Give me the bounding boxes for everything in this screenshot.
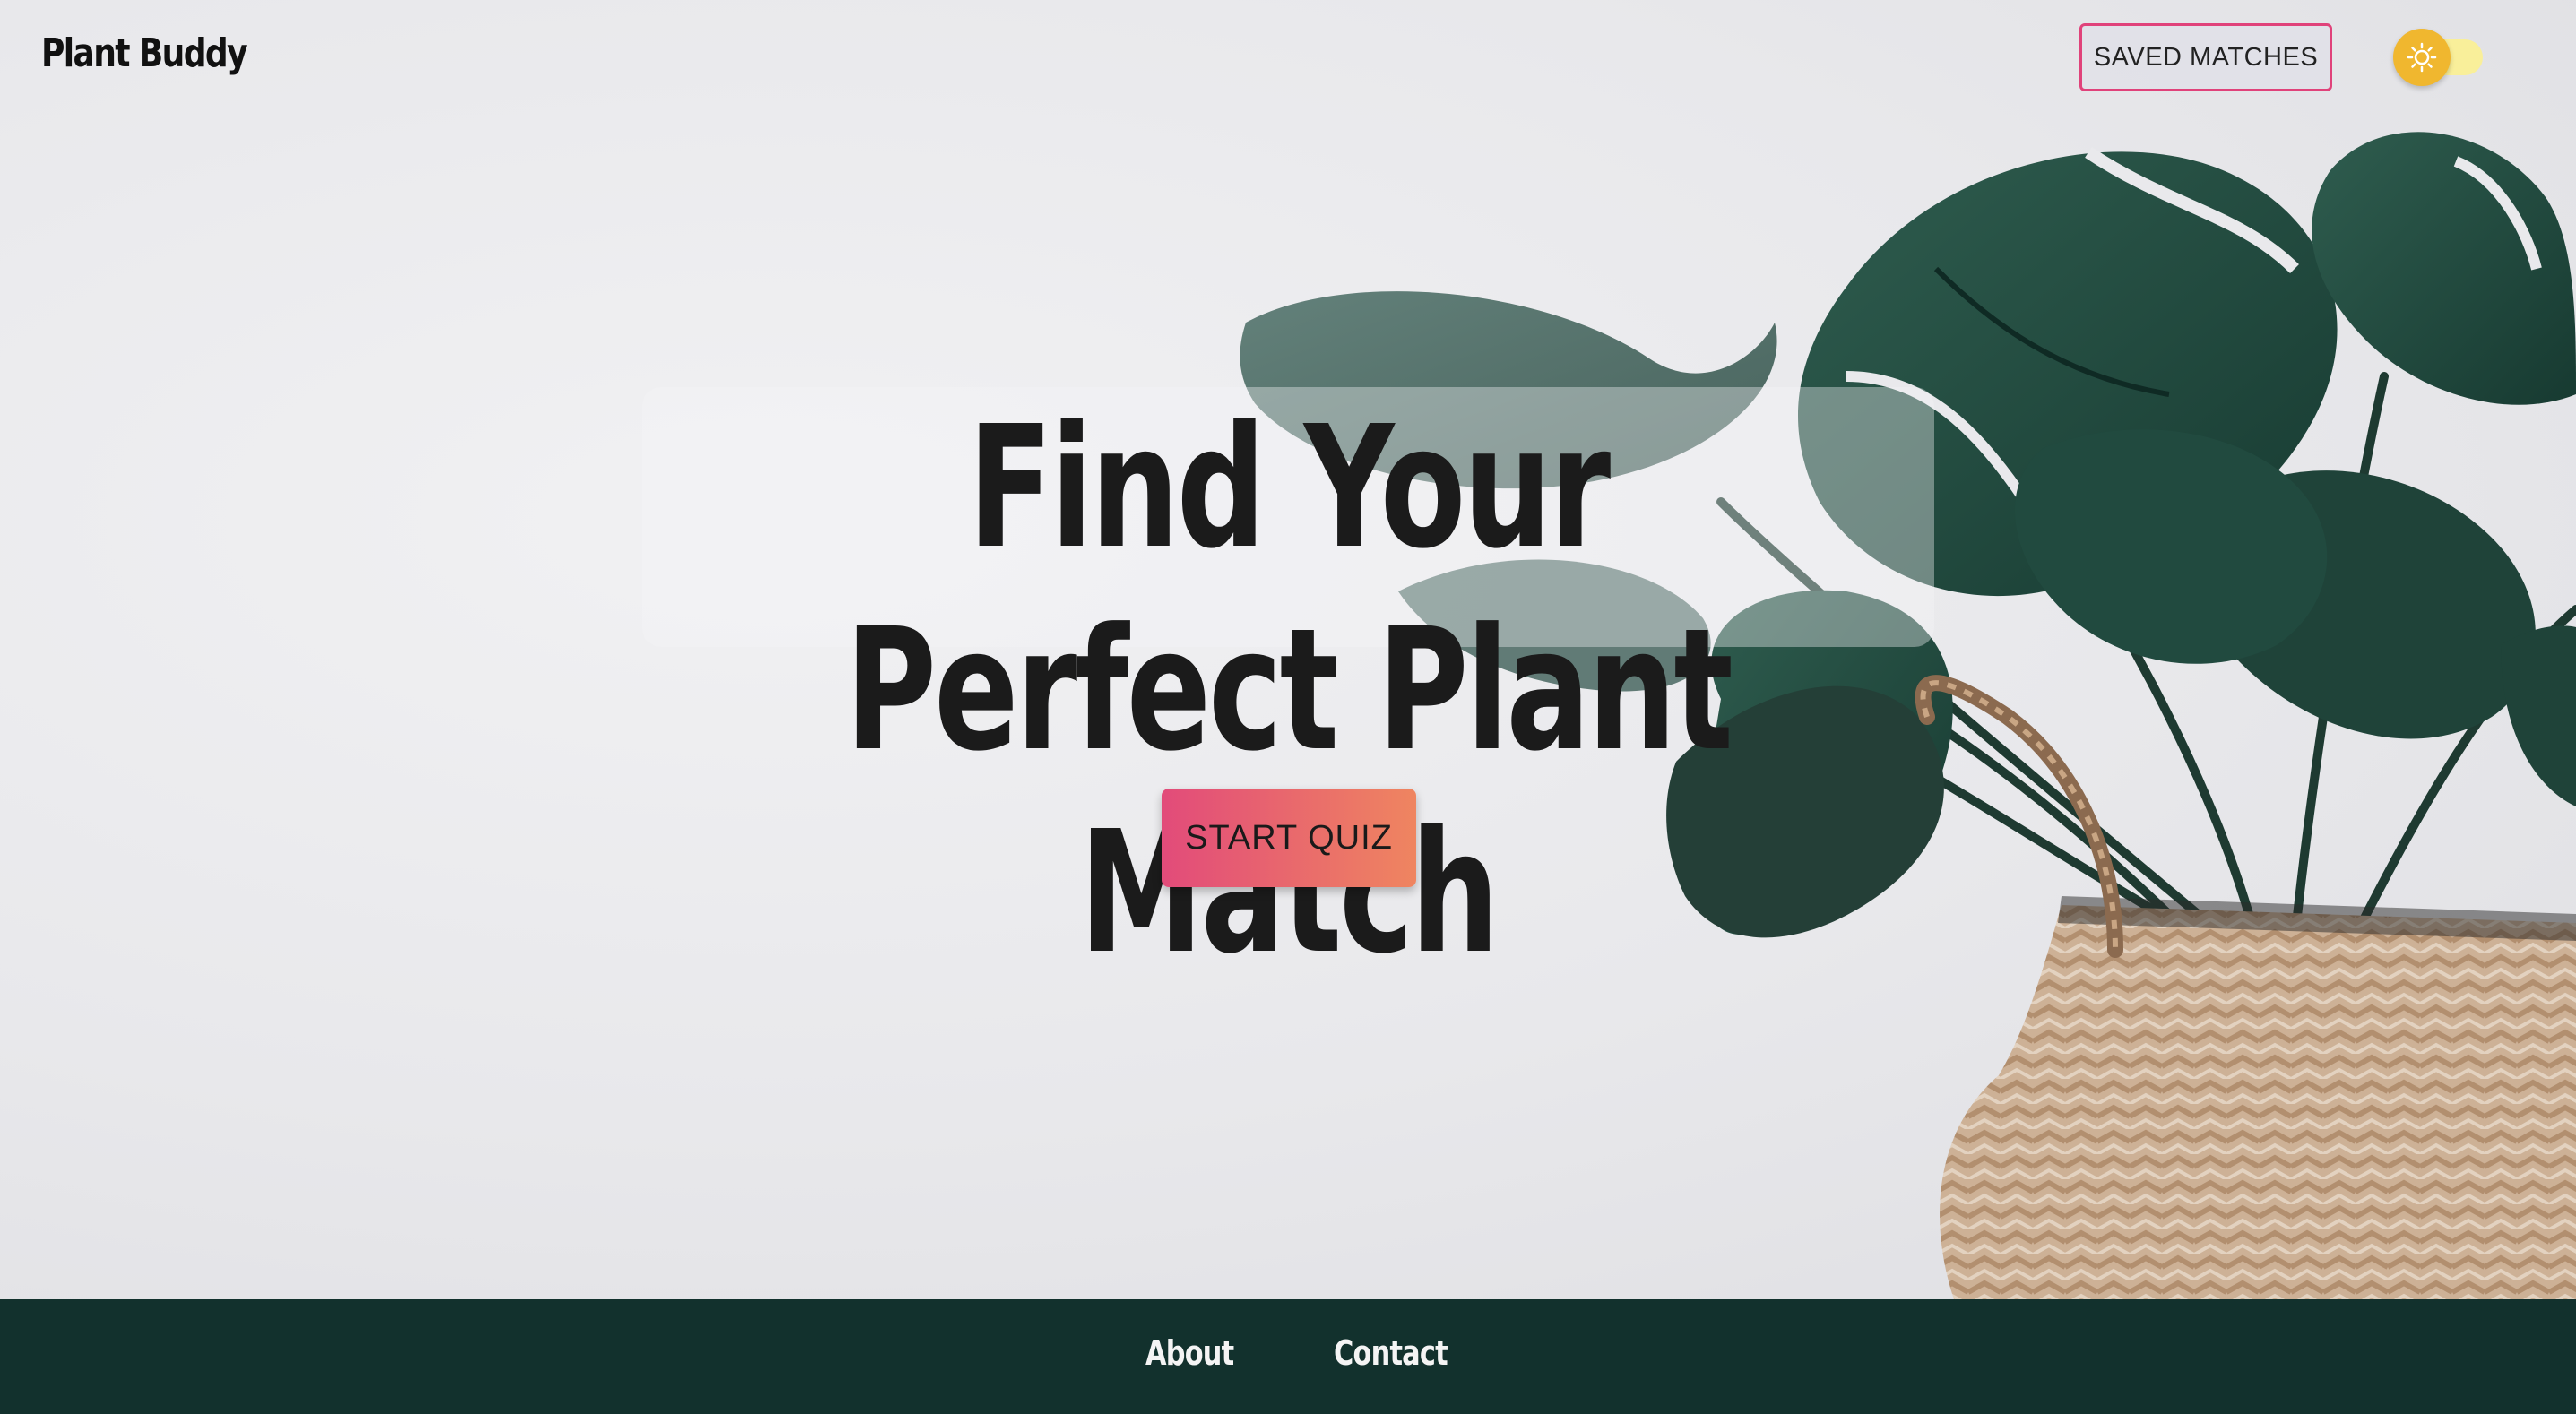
footer-link-contact[interactable]: Contact <box>1334 1333 1448 1373</box>
theme-toggle-knob[interactable] <box>2393 29 2451 86</box>
site-footer: About Contact <box>0 1299 2576 1414</box>
footer-link-about[interactable]: About <box>1145 1333 1234 1373</box>
start-quiz-button[interactable]: START QUIZ <box>1162 789 1416 887</box>
brand-logo[interactable]: Plant Buddy <box>41 30 248 76</box>
sun-icon <box>2407 42 2437 73</box>
saved-matches-button[interactable]: SAVED MATCHES <box>2079 23 2332 91</box>
hero-title: Find Your Perfect Plant Match <box>845 390 1733 991</box>
site-header: Plant Buddy SAVED MATCHES <box>0 0 2576 116</box>
